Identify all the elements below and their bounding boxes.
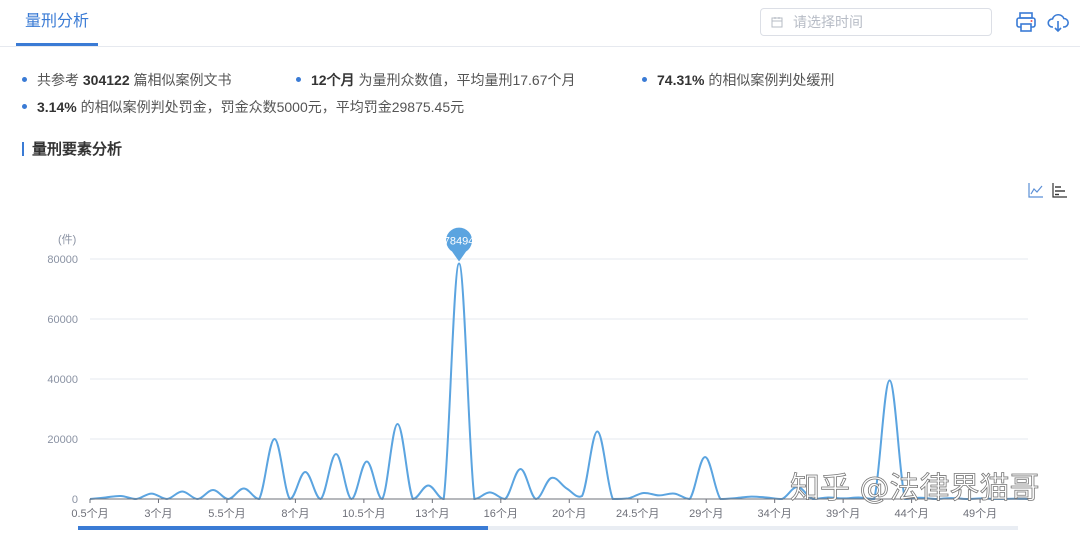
max-value-label: 78494	[444, 236, 475, 248]
x-tick-label: 34个月	[758, 507, 792, 520]
x-tick-label: 49个月	[963, 507, 997, 520]
series-line	[89, 262, 1029, 501]
x-tick-label: 39个月	[826, 507, 860, 520]
x-tick-label: 10.5个月	[342, 507, 385, 520]
x-tick-label: 8个月	[281, 507, 309, 520]
zoom-window[interactable]	[78, 526, 488, 530]
y-tick-label: 60000	[47, 314, 78, 326]
sentencing-line-chart: 0 20000 40000 60000 80000 (件) 0.5个月 3个月 5.5个月 8…	[47, 227, 1040, 530]
y-tick-label: 80000	[47, 254, 78, 266]
y-tick-label: 40000	[47, 374, 78, 386]
x-tick-label: 29个月	[689, 507, 723, 520]
y-axis-unit: (件)	[58, 233, 76, 246]
x-tick-label: 20个月	[552, 507, 586, 520]
x-tick-label: 24.5个月	[616, 507, 659, 520]
x-tick-label: 0.5个月	[71, 507, 108, 520]
x-tick-label: 5.5个月	[208, 507, 245, 520]
y-tick-label: 20000	[47, 434, 78, 446]
x-tick-label: 13个月	[415, 507, 449, 520]
x-tick-label: 16个月	[484, 507, 518, 520]
x-tick-label: 3个月	[144, 507, 172, 520]
y-tick-label: 0	[72, 494, 78, 506]
watermark: 知乎 @法律界猫哥	[790, 471, 1040, 506]
x-tick-label: 44个月	[894, 507, 928, 520]
